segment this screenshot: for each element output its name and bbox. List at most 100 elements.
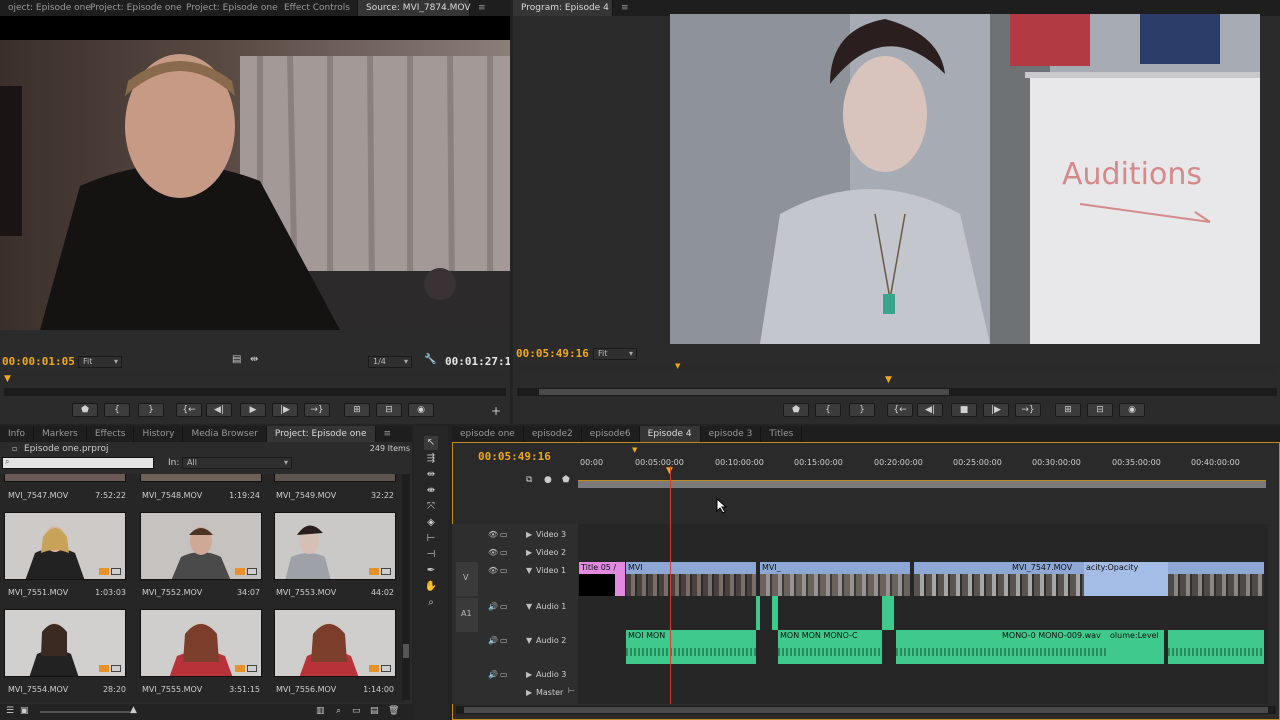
program-mark-in-button[interactable]: {	[815, 403, 841, 417]
source-playhead-icon[interactable]: ▼	[4, 374, 11, 384]
project-in-dropdown[interactable]: All	[182, 457, 292, 469]
audio-clip[interactable]	[772, 596, 778, 630]
program-time-ruler[interactable]	[517, 364, 1277, 374]
panel-menu-icon[interactable]: ≡	[470, 0, 494, 16]
thumb-mvi-7556[interactable]	[274, 609, 396, 677]
thumb-mvi-7547[interactable]	[4, 474, 126, 482]
program-fit-dropdown[interactable]: Fit	[593, 348, 637, 360]
program-video-frame[interactable]: Auditions	[670, 14, 1260, 344]
tab-media-browser[interactable]: Media Browser	[183, 426, 267, 442]
speaker-icon[interactable]: 🔊	[488, 636, 498, 645]
video-clip[interactable]: MVI	[626, 562, 756, 596]
ripple-edit-tool-icon[interactable]: ⇹	[424, 468, 438, 482]
source-insert-button[interactable]: ⊞	[344, 403, 370, 417]
marker-icon[interactable]: ●	[544, 475, 552, 485]
track-target-a1[interactable]: A1	[456, 598, 478, 632]
tab-source[interactable]: Source: MVI_7874.MOV	[358, 0, 471, 16]
audio-clip[interactable]: MOI MON	[626, 630, 756, 664]
source-marker-button[interactable]: ⬟	[72, 403, 98, 417]
source-goto-in-button[interactable]: {←	[176, 403, 202, 417]
audio-clip[interactable]: MONO-0 MONO-009.wav	[896, 630, 1108, 664]
eye-icon[interactable]: 👁	[488, 548, 498, 557]
source-scrub-bar[interactable]	[4, 388, 506, 396]
list-view-icon[interactable]: ☰	[6, 706, 14, 716]
source-video-frame[interactable]	[0, 16, 510, 330]
video-clip[interactable]: MVI_7547.MOV	[914, 562, 1084, 596]
eye-icon[interactable]: 👁	[488, 566, 498, 575]
track-select-tool-icon[interactable]: ⇶	[424, 452, 438, 466]
audio-clip[interactable]: MON MON MONO-C	[778, 630, 882, 664]
program-playhead-icon[interactable]: ▼	[885, 375, 892, 385]
program-export-frame-button[interactable]: ◉	[1119, 403, 1145, 417]
expand-triangle-icon[interactable]: ▶	[526, 670, 532, 679]
source-settings-icon[interactable]: ▤	[232, 354, 241, 365]
source-step-forward-button[interactable]: |▶	[272, 403, 298, 417]
program-goto-in-button[interactable]: {←	[887, 403, 913, 417]
video-clip-title[interactable]: Title 05 /	[579, 562, 625, 596]
lock-icon[interactable]: ▭	[500, 530, 508, 539]
thumb-mvi-7553[interactable]	[274, 512, 396, 580]
source-timecode-in[interactable]: 00:00:01:05	[2, 355, 75, 368]
tab-history[interactable]: History	[134, 426, 184, 442]
slip-tool-icon[interactable]: ⊢	[424, 532, 438, 546]
zoom-mountain-icon[interactable]: ▲	[130, 705, 137, 715]
tab-effects[interactable]: Effects	[87, 426, 135, 442]
tab-seq-episode-3[interactable]: episode 3	[701, 426, 762, 442]
tab-program[interactable]: Program: Episode 4	[513, 0, 613, 16]
razor-tool-icon[interactable]: ◈	[424, 516, 438, 530]
program-lift-button[interactable]: ⊞	[1055, 403, 1081, 417]
tab-project-episode-one[interactable]: Project: Episode one	[266, 426, 376, 442]
program-step-forward-button[interactable]: |▶	[983, 403, 1009, 417]
source-play-button[interactable]: ▶	[240, 403, 266, 417]
rolling-edit-tool-icon[interactable]: ⇼	[424, 484, 438, 498]
audio-clip-volume[interactable]: olume:Level	[1108, 630, 1164, 664]
video-clip[interactable]	[1168, 562, 1264, 596]
tab-project-1[interactable]: oject: Episode one	[0, 0, 91, 16]
source-scale-dropdown[interactable]: 1/4	[368, 356, 412, 368]
collapse-triangle-icon[interactable]: ▼	[526, 602, 532, 611]
new-item-icon[interactable]: ▤	[370, 706, 379, 716]
tab-project-3[interactable]: Project: Episode one	[178, 0, 278, 16]
source-export-frame-button[interactable]: ◉	[408, 403, 434, 417]
tab-seq-titles[interactable]: Titles	[761, 426, 803, 442]
program-marker-button[interactable]: ⬟	[783, 403, 809, 417]
tab-markers[interactable]: Markers	[34, 426, 87, 442]
audio-clip[interactable]	[1168, 630, 1264, 664]
lock-icon[interactable]: ▭	[500, 548, 508, 557]
project-scroll-thumb[interactable]	[403, 644, 409, 658]
tab-seq-episode-4[interactable]: Episode 4	[639, 426, 701, 442]
tab-seq-episode2[interactable]: episode2	[524, 426, 582, 442]
timeline-timecode[interactable]: 00:05:49:16	[478, 450, 551, 463]
source-drag-icon[interactable]: ⇹	[250, 354, 258, 365]
tab-project-2[interactable]: Project: Episode one	[82, 0, 182, 16]
slide-tool-icon[interactable]: ⊣	[424, 548, 438, 562]
source-goto-out-button[interactable]: →}	[304, 403, 330, 417]
thumb-mvi-7554[interactable]	[4, 609, 126, 677]
expand-triangle-icon[interactable]: ▶	[526, 688, 532, 697]
source-fit-dropdown[interactable]: Fit	[78, 356, 122, 368]
source-step-back-button[interactable]: ◀|	[206, 403, 232, 417]
speaker-icon[interactable]: 🔊	[488, 670, 498, 679]
collapse-triangle-icon[interactable]: ▼	[526, 636, 532, 645]
add-marker-icon[interactable]: ⬟	[562, 475, 570, 485]
source-overwrite-button[interactable]: ⊟	[376, 403, 402, 417]
thumb-mvi-7555[interactable]	[140, 609, 262, 677]
source-add-button-icon[interactable]: +	[491, 404, 501, 418]
playhead-line[interactable]	[670, 524, 671, 704]
lock-icon[interactable]: ▭	[500, 670, 508, 679]
timeline-scrollbar[interactable]	[456, 706, 1276, 714]
expand-triangle-icon[interactable]: ▶	[526, 530, 532, 539]
lock-icon[interactable]: ▭	[500, 602, 508, 611]
video-clip-opacity[interactable]: acity:Opacity	[1084, 562, 1168, 596]
panel-menu-icon[interactable]: ≡	[613, 0, 637, 16]
lock-icon[interactable]: ▭	[500, 636, 508, 645]
speaker-icon[interactable]: 🔊	[488, 602, 498, 611]
source-time-ruler[interactable]	[4, 374, 506, 384]
timeline-scroll-thumb[interactable]	[464, 707, 1268, 713]
selection-tool-icon[interactable]: ↖	[424, 436, 438, 450]
work-area-bar[interactable]	[578, 480, 1266, 488]
program-mark-out-button[interactable]: }	[849, 403, 875, 417]
track-area[interactable]: Title 05 / MVI MVI_ MVI_7547.MOV acity:O…	[578, 524, 1268, 704]
thumb-mvi-7549[interactable]	[274, 474, 396, 482]
panel-menu-icon[interactable]: ≡	[376, 426, 400, 442]
